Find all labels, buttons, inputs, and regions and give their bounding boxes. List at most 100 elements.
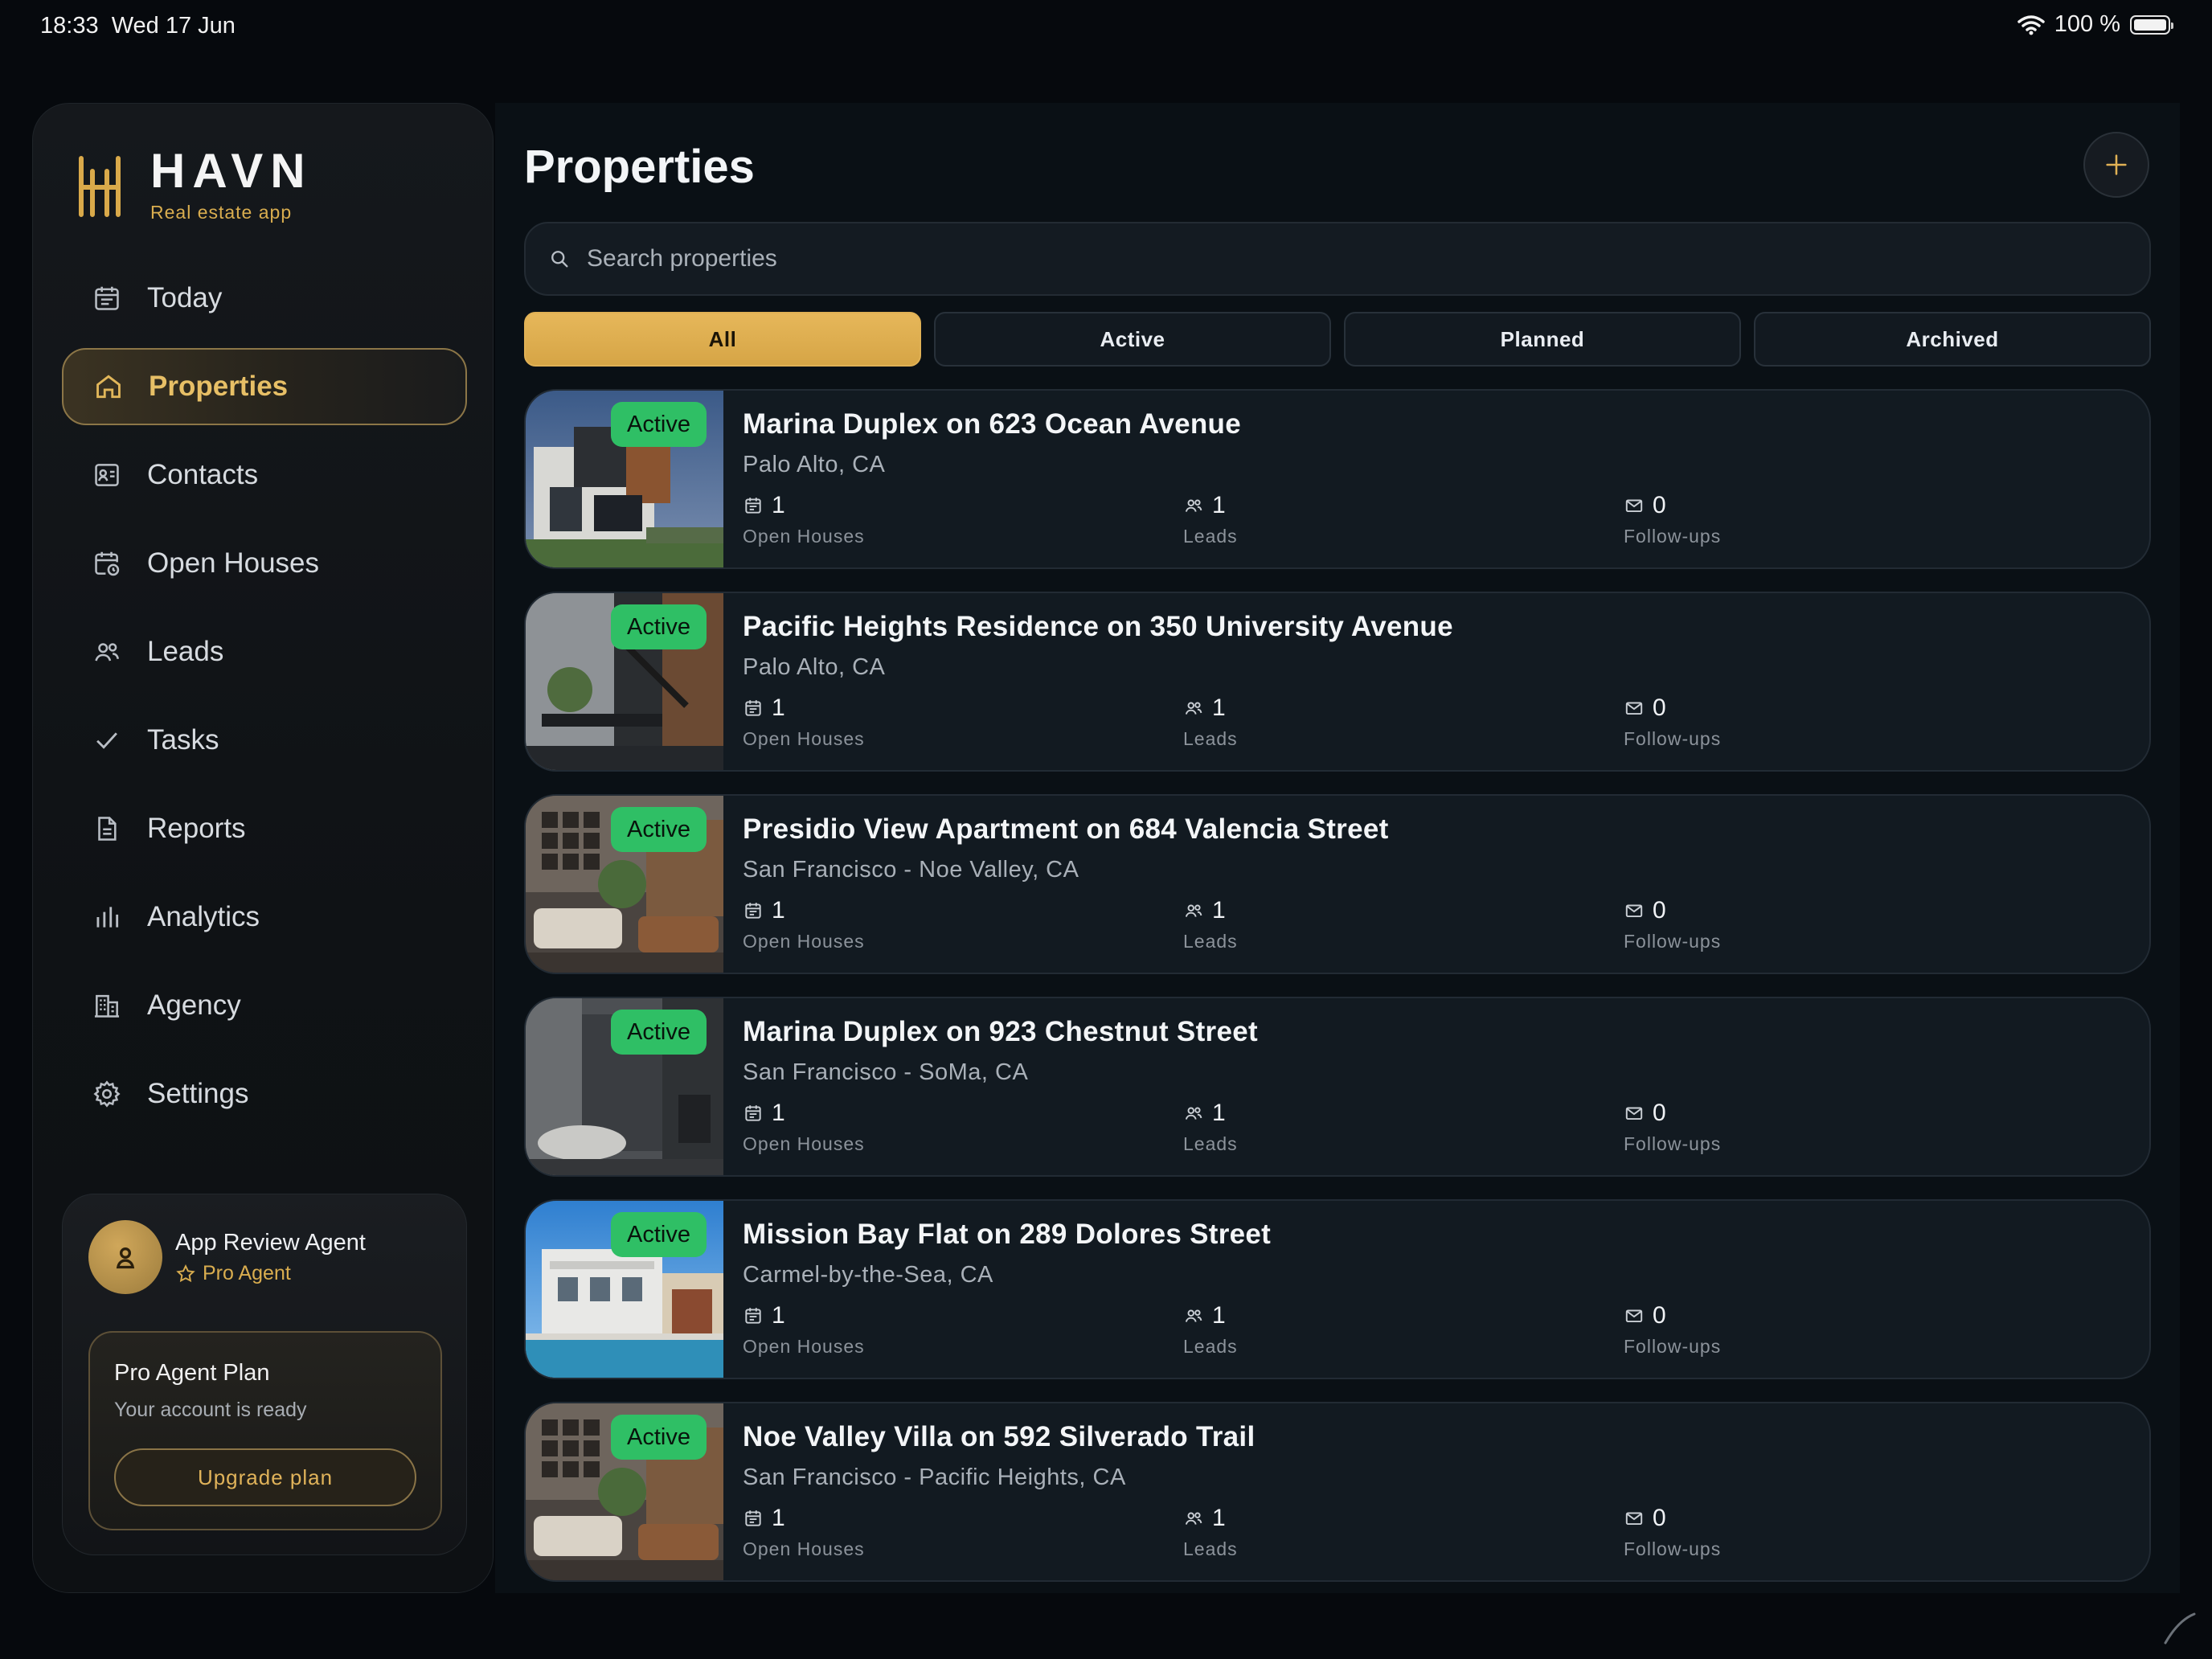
nav-label-properties: Properties [149,371,289,402]
stat-open-houses: 1 Open Houses [743,897,865,952]
building-icon [91,989,123,1022]
open-houses-label: Open Houses [743,1336,865,1357]
followups-count: 0 [1653,1302,1666,1329]
nav-label-reports: Reports [147,813,246,844]
users-icon [1185,1309,1202,1322]
mail-icon [1625,1309,1643,1323]
property-location: San Francisco - Pacific Heights, CA [743,1464,1126,1490]
stat-open-houses: 1 Open Houses [743,694,865,750]
leads-count: 1 [1212,1505,1226,1531]
stat-open-houses: 1 Open Houses [743,1505,865,1560]
leads-label: Leads [1183,1336,1238,1357]
property-title: Presidio View Apartment on 684 Valencia … [743,813,1389,845]
followups-label: Follow-ups [1624,931,1722,952]
calendar-clock-icon [91,547,123,580]
status-badge: Active [611,1415,707,1460]
nav-item-leads[interactable]: Leads [62,613,467,690]
property-card[interactable]: Active Pacific Heights Residence on 350 … [524,592,2151,772]
calendar-icon [745,498,761,514]
plan-subtitle: Your account is ready [114,1399,307,1421]
havn-logo-icon [79,156,121,217]
stat-leads: 1 Leads [1183,694,1238,750]
nav-item-analytics[interactable]: Analytics [62,879,467,956]
filter-planned[interactable]: Planned [1344,312,1741,367]
open-houses-label: Open Houses [743,728,865,749]
nav-label-contacts: Contacts [147,459,259,490]
status-indicators: 100 % [2017,11,2173,38]
nav-label-today: Today [147,282,223,313]
nav-item-settings[interactable]: Settings [62,1055,467,1133]
search-bar[interactable] [524,222,2151,296]
stat-leads: 1 Leads [1183,1100,1238,1155]
plan-title: Pro Agent Plan [114,1360,270,1386]
wifi-icon [2017,14,2045,35]
nav-item-today[interactable]: Today [62,260,467,337]
users-icon [1185,1107,1202,1120]
plan-card: Pro Agent Plan Your account is ready Upg… [88,1331,442,1530]
property-title: Marina Duplex on 623 Ocean Avenue [743,408,1242,440]
leads-count: 1 [1212,897,1226,924]
stat-open-houses: 1 Open Houses [743,492,865,547]
open-houses-label: Open Houses [743,931,865,952]
add-property-button[interactable] [2083,132,2149,198]
followups-count: 0 [1653,694,1666,721]
open-houses-count: 1 [772,1100,785,1126]
brand-name: HAVN [150,144,313,198]
status-datetime: 18:33 Wed 17 Jun [40,13,236,39]
users-icon [1185,499,1202,512]
stat-followups: 0 Follow-ups [1624,1100,1721,1155]
property-card[interactable]: Active Marina Duplex on 923 Chestnut Str… [524,997,2151,1177]
search-input[interactable] [585,244,2035,273]
home-icon [92,371,125,403]
status-badge: Active [611,807,707,852]
page-title: Properties [524,141,755,193]
property-location: San Francisco - SoMa, CA [743,1059,1029,1085]
property-location: Palo Alto, CA [743,654,886,680]
users-icon [1185,1512,1202,1525]
profile-card: App Review Agent Pro Agent Pro Agent Pla… [62,1194,467,1555]
users-icon [1185,702,1202,715]
search-icon [551,251,568,268]
calendar-icon [745,903,761,919]
nav-item-properties[interactable]: Properties [62,348,467,425]
avatar[interactable] [88,1220,162,1294]
nav-label-leads: Leads [147,636,224,667]
check-icon [91,724,123,756]
upgrade-plan-button[interactable]: Upgrade plan [114,1448,416,1506]
brand-subtitle: Real estate app [150,202,293,223]
followups-count: 0 [1653,897,1666,924]
status-bar: 18:33 Wed 17 Jun 100 % [0,0,2212,51]
open-houses-count: 1 [772,897,785,924]
property-card[interactable]: Active Noe Valley Villa on 592 Silverado… [524,1402,2151,1582]
leads-label: Leads [1183,1133,1238,1154]
nav-label-tasks: Tasks [147,724,219,756]
property-card[interactable]: Active Mission Bay Flat on 289 Dolores S… [524,1199,2151,1379]
leads-count: 1 [1212,1302,1226,1329]
profile-role: Pro Agent [175,1262,291,1285]
open-houses-label: Open Houses [743,526,865,547]
star-icon [176,1264,195,1282]
scroll-corner-icon [2164,1612,2196,1645]
filter-all[interactable]: All [524,312,921,367]
property-card[interactable]: Active Marina Duplex on 623 Ocean Avenue… [524,389,2151,569]
filter-active[interactable]: Active [934,312,1331,367]
nav-item-contacts[interactable]: Contacts [62,436,467,514]
nav-label-agency: Agency [147,989,241,1021]
stat-followups: 0 Follow-ups [1624,897,1721,952]
profile-role-label: Pro Agent [203,1262,291,1284]
followups-label: Follow-ups [1624,728,1722,749]
brand: HAVN Real estate app [76,145,313,223]
status-date: Wed 17 Jun [111,13,236,39]
calendar-icon [745,1510,761,1526]
nav-item-tasks[interactable]: Tasks [62,702,467,779]
status-badge: Active [611,1010,707,1055]
nav-item-agency[interactable]: Agency [62,967,467,1044]
plus-icon [2106,154,2127,175]
filter-archived[interactable]: Archived [1754,312,2151,367]
stat-leads: 1 Leads [1183,1302,1238,1358]
open-houses-count: 1 [772,1302,785,1329]
nav-item-reports[interactable]: Reports [62,790,467,867]
property-card[interactable]: Active Presidio View Apartment on 684 Va… [524,794,2151,974]
nav-item-open-houses[interactable]: Open Houses [62,525,467,602]
nav-label-open-houses: Open Houses [147,547,320,579]
